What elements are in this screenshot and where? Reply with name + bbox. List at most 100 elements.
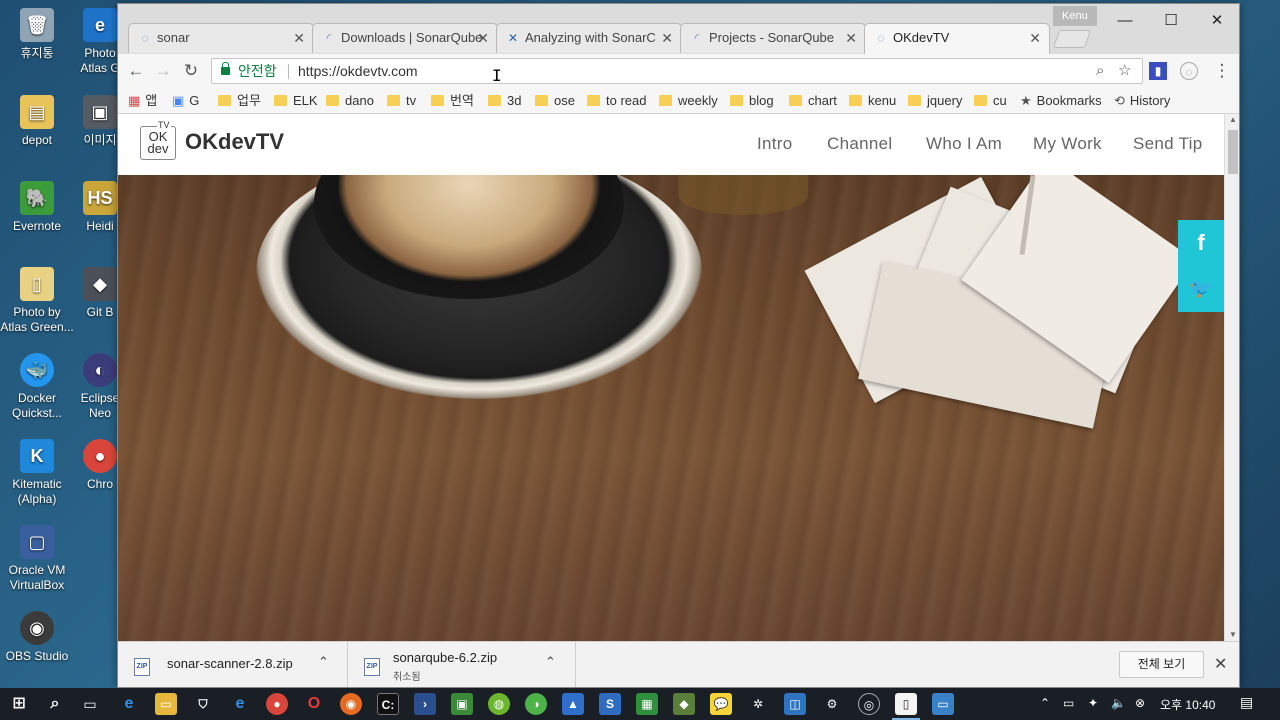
desktop-icon-photo-atlas-green[interactable]: ▯ Photo by Atlas Green... [0,267,74,335]
extension-circle-icon[interactable]: ◌ [1180,62,1198,80]
clock[interactable]: 오후 10:40 [1160,696,1215,713]
nav-who-i-am[interactable]: Who I Am [926,134,1002,154]
network-icon[interactable]: ▭ [1063,696,1074,710]
bookmark-folder[interactable]: 3d [488,88,521,114]
bookmark-folder[interactable]: weekly [659,88,718,114]
zoom-icon[interactable]: ⌕ [1096,59,1104,83]
bookmark-folder[interactable]: dano [326,88,374,114]
settings-icon[interactable]: ⚙ [821,693,843,715]
app-blue-icon[interactable]: ▲ [562,693,584,715]
bookmark-folder[interactable]: to read [587,88,646,114]
bookmark-folder[interactable]: chart [789,88,837,114]
nav-send-tip[interactable]: Send Tip [1133,134,1203,154]
tab-projects-sonarqube[interactable]: ◜ Projects - SonarQube ✕ [680,23,866,53]
bookmark-history[interactable]: ⟲ History [1114,88,1170,114]
desktop-icon-recycle-bin[interactable]: 🗑 휴지통 [0,8,74,61]
store-icon[interactable]: ⛉ [192,693,214,715]
maximize-button[interactable]: ☐ [1148,8,1194,34]
address-bar[interactable]: 안전함 https://okdevtv.com ⌕ ☆ [211,58,1143,84]
tray-chevron-icon[interactable]: ⌃ [1040,696,1050,710]
site-logo[interactable]: TV OK dev [140,119,176,160]
profile-badge[interactable]: Kenu [1053,6,1097,26]
volume-icon[interactable]: 🔈 [1111,696,1126,710]
tab-close-icon[interactable]: ✕ [661,24,673,52]
chrome-icon[interactable]: ● [266,693,288,715]
site-title[interactable]: OKdevTV [185,129,284,155]
reload-button[interactable]: ↻ [178,58,204,84]
ie-icon[interactable]: e [229,693,251,715]
tab-okdevtv[interactable]: ◌ OKdevTV ✕ [864,23,1050,54]
desktop-icon-obs[interactable]: ◉ OBS Studio [0,611,74,664]
nav-my-work[interactable]: My Work [1033,134,1102,154]
obs-icon[interactable]: ◎ [858,693,880,715]
nav-intro[interactable]: Intro [757,134,793,154]
tab-close-icon[interactable]: ✕ [477,24,489,52]
notepad-icon[interactable]: ▯ [895,693,917,715]
bookmark-folder[interactable]: cu [974,88,1007,114]
app-green-icon[interactable]: ▣ [451,693,473,715]
chevron-up-icon[interactable]: ⌃ [318,654,329,670]
app-multicolor-icon[interactable]: ◍ [488,693,510,715]
opera-icon[interactable]: O [303,693,325,715]
tab-analyzing-sonar[interactable]: ✕ Analyzing with SonarC ✕ [496,23,682,53]
bookmark-folder[interactable]: 업무 [218,88,261,114]
bookmark-folder[interactable]: 번역 [431,88,474,114]
tab-close-icon[interactable]: ✕ [1029,24,1041,52]
bookmark-folder[interactable]: ELK [274,88,318,114]
scroll-thumb[interactable] [1228,130,1238,174]
bookmark-bookmarks[interactable]: ★ Bookmarks [1020,88,1102,114]
facebook-share-button[interactable]: f [1178,220,1224,266]
star-icon[interactable]: ☆ [1118,59,1131,83]
new-tab-button[interactable] [1052,30,1092,48]
scroll-down-icon[interactable]: ▼ [1225,629,1239,641]
nav-channel[interactable]: Channel [827,134,892,154]
search-icon[interactable]: ⌕ [44,693,66,715]
app-s-icon[interactable]: S [599,693,621,715]
notification-icon[interactable]: ▤ [1240,694,1253,711]
start-icon[interactable]: ⊞ [8,693,30,715]
desktop-icon-virtualbox[interactable]: ▢ Oracle VM VirtualBox [0,525,74,593]
page-scrollbar[interactable]: ▲ ▼ [1224,114,1239,641]
tab-sonar[interactable]: ◌ sonar ✕ [128,23,314,53]
dropbox-icon[interactable]: ✦ [1088,696,1098,710]
bookmark-folder[interactable]: tv [387,88,416,114]
desktop-icon-depot[interactable]: ▤ depot [0,95,74,148]
bookmark-folder[interactable]: ose [535,88,575,114]
powershell-icon[interactable]: › [414,693,436,715]
close-window-button[interactable]: ✕ [1194,8,1239,34]
download-item[interactable]: ZIP sonar-scanner-2.8.zip ⌃ [118,642,348,687]
url-text[interactable]: https://okdevtv.com [298,59,418,83]
bookmark-folder[interactable]: kenu [849,88,896,114]
edge-icon[interactable]: e [118,693,140,715]
desktop-icon-kitematic[interactable]: K Kitematic (Alpha) [0,439,74,507]
bookmark-apps[interactable]: ▦ 앱 [128,88,157,114]
firefox-icon[interactable]: ◉ [340,693,362,715]
menu-icon[interactable]: ⋮ [1209,58,1235,84]
kakaotalk-icon[interactable]: 💬 [710,693,732,715]
app-box-icon[interactable]: ◫ [784,693,806,715]
minimize-button[interactable]: — [1102,8,1148,34]
show-all-downloads-button[interactable]: 전체 보기 [1119,651,1204,678]
bookmark-folder[interactable]: blog [730,88,774,114]
ime-icon[interactable]: ⊗ [1135,696,1145,710]
task-view-icon[interactable]: ▭ [79,693,101,715]
tab-close-icon[interactable]: ✕ [293,24,305,52]
remote-icon[interactable]: ▭ [932,693,954,715]
chevron-up-icon[interactable]: ⌃ [545,654,556,670]
bookmark-translate[interactable]: ▣ G [172,88,199,114]
back-button[interactable]: ← [123,58,149,84]
extension-icon[interactable]: ▮ [1149,62,1167,80]
app-gear-icon[interactable]: ✲ [747,693,769,715]
secure-label[interactable]: 안전함 [238,59,277,83]
app-green2-icon[interactable]: ▦ [636,693,658,715]
desktop-icon-docker[interactable]: 🐳 Docker Quickst... [0,353,74,421]
desktop-icon-evernote[interactable]: 🐘 Evernote [0,181,74,234]
download-item[interactable]: ZIP sonarqube-6.2.zip 취소됨 ⌃ [348,642,576,687]
app-sublime-icon[interactable]: ◑ [525,693,547,715]
forward-button[interactable]: → [150,58,176,84]
twitter-share-button[interactable]: 🐦 [1178,266,1224,312]
tab-downloads-sonarqube[interactable]: ◜ Downloads | SonarQube ✕ [312,23,498,53]
tab-close-icon[interactable]: ✕ [845,24,857,52]
file-explorer-icon[interactable]: ▭ [155,693,177,715]
cmd-icon[interactable]: C: [377,693,399,715]
